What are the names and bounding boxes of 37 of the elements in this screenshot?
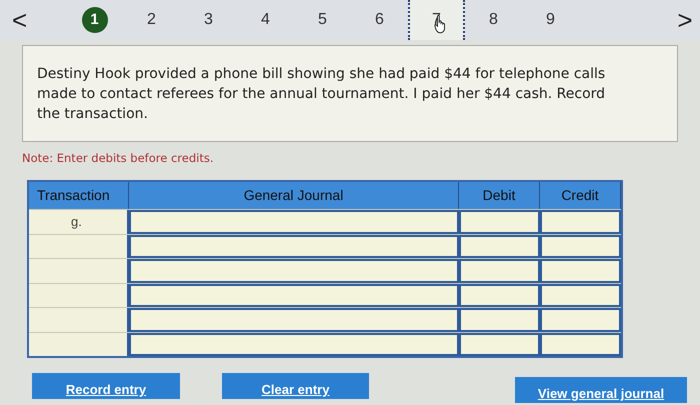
action-button[interactable]: View general journal: [515, 377, 687, 404]
question-tab[interactable]: 6: [351, 0, 408, 40]
credit-field[interactable]: [540, 234, 621, 258]
credit-field[interactable]: [540, 210, 621, 234]
question-tab[interactable]: 5: [294, 0, 351, 40]
account-field[interactable]: [129, 210, 459, 234]
note-text: Note: Enter debits before credits.: [22, 150, 214, 167]
credit-field[interactable]: [540, 332, 621, 356]
credit-field[interactable]: [540, 284, 621, 308]
column-header: Credit: [540, 182, 621, 210]
credit-field[interactable]: [540, 308, 621, 332]
account-field[interactable]: [129, 259, 459, 283]
account-field[interactable]: [129, 308, 459, 332]
column-header: Debit: [459, 182, 540, 210]
question-text: Destiny Hook provided a phone bill showing she had paid $44 for telephone calls made to contact referees for the annual tournament. I paid her $44 cash. Record the transaction.: [37, 65, 606, 124]
question-tab[interactable]: 3: [180, 0, 237, 40]
column-header: Transaction: [29, 182, 129, 210]
action-button[interactable]: Record entry: [32, 373, 180, 400]
question-tab[interactable]: 4: [237, 0, 294, 40]
previous-button[interactable]: <: [0, 0, 44, 40]
account-field[interactable]: [129, 284, 459, 308]
question-tab[interactable]: 8: [465, 0, 522, 40]
question-tab[interactable]: 1: [66, 0, 123, 40]
debit-field[interactable]: [459, 259, 540, 283]
account-field[interactable]: [129, 234, 459, 258]
next-button[interactable]: >: [670, 0, 700, 40]
credit-field[interactable]: [540, 259, 621, 283]
debit-field[interactable]: [459, 332, 540, 356]
action-button[interactable]: Clear entry: [222, 373, 369, 400]
debit-field[interactable]: [459, 284, 540, 308]
question-tab[interactable]: 2: [123, 0, 180, 40]
question-tab[interactable]: 9: [522, 0, 579, 40]
debit-field[interactable]: [459, 210, 540, 234]
debit-field[interactable]: [459, 308, 540, 332]
column-header: General Journal: [129, 182, 459, 210]
account-field[interactable]: [129, 332, 459, 356]
debit-field[interactable]: [459, 234, 540, 258]
